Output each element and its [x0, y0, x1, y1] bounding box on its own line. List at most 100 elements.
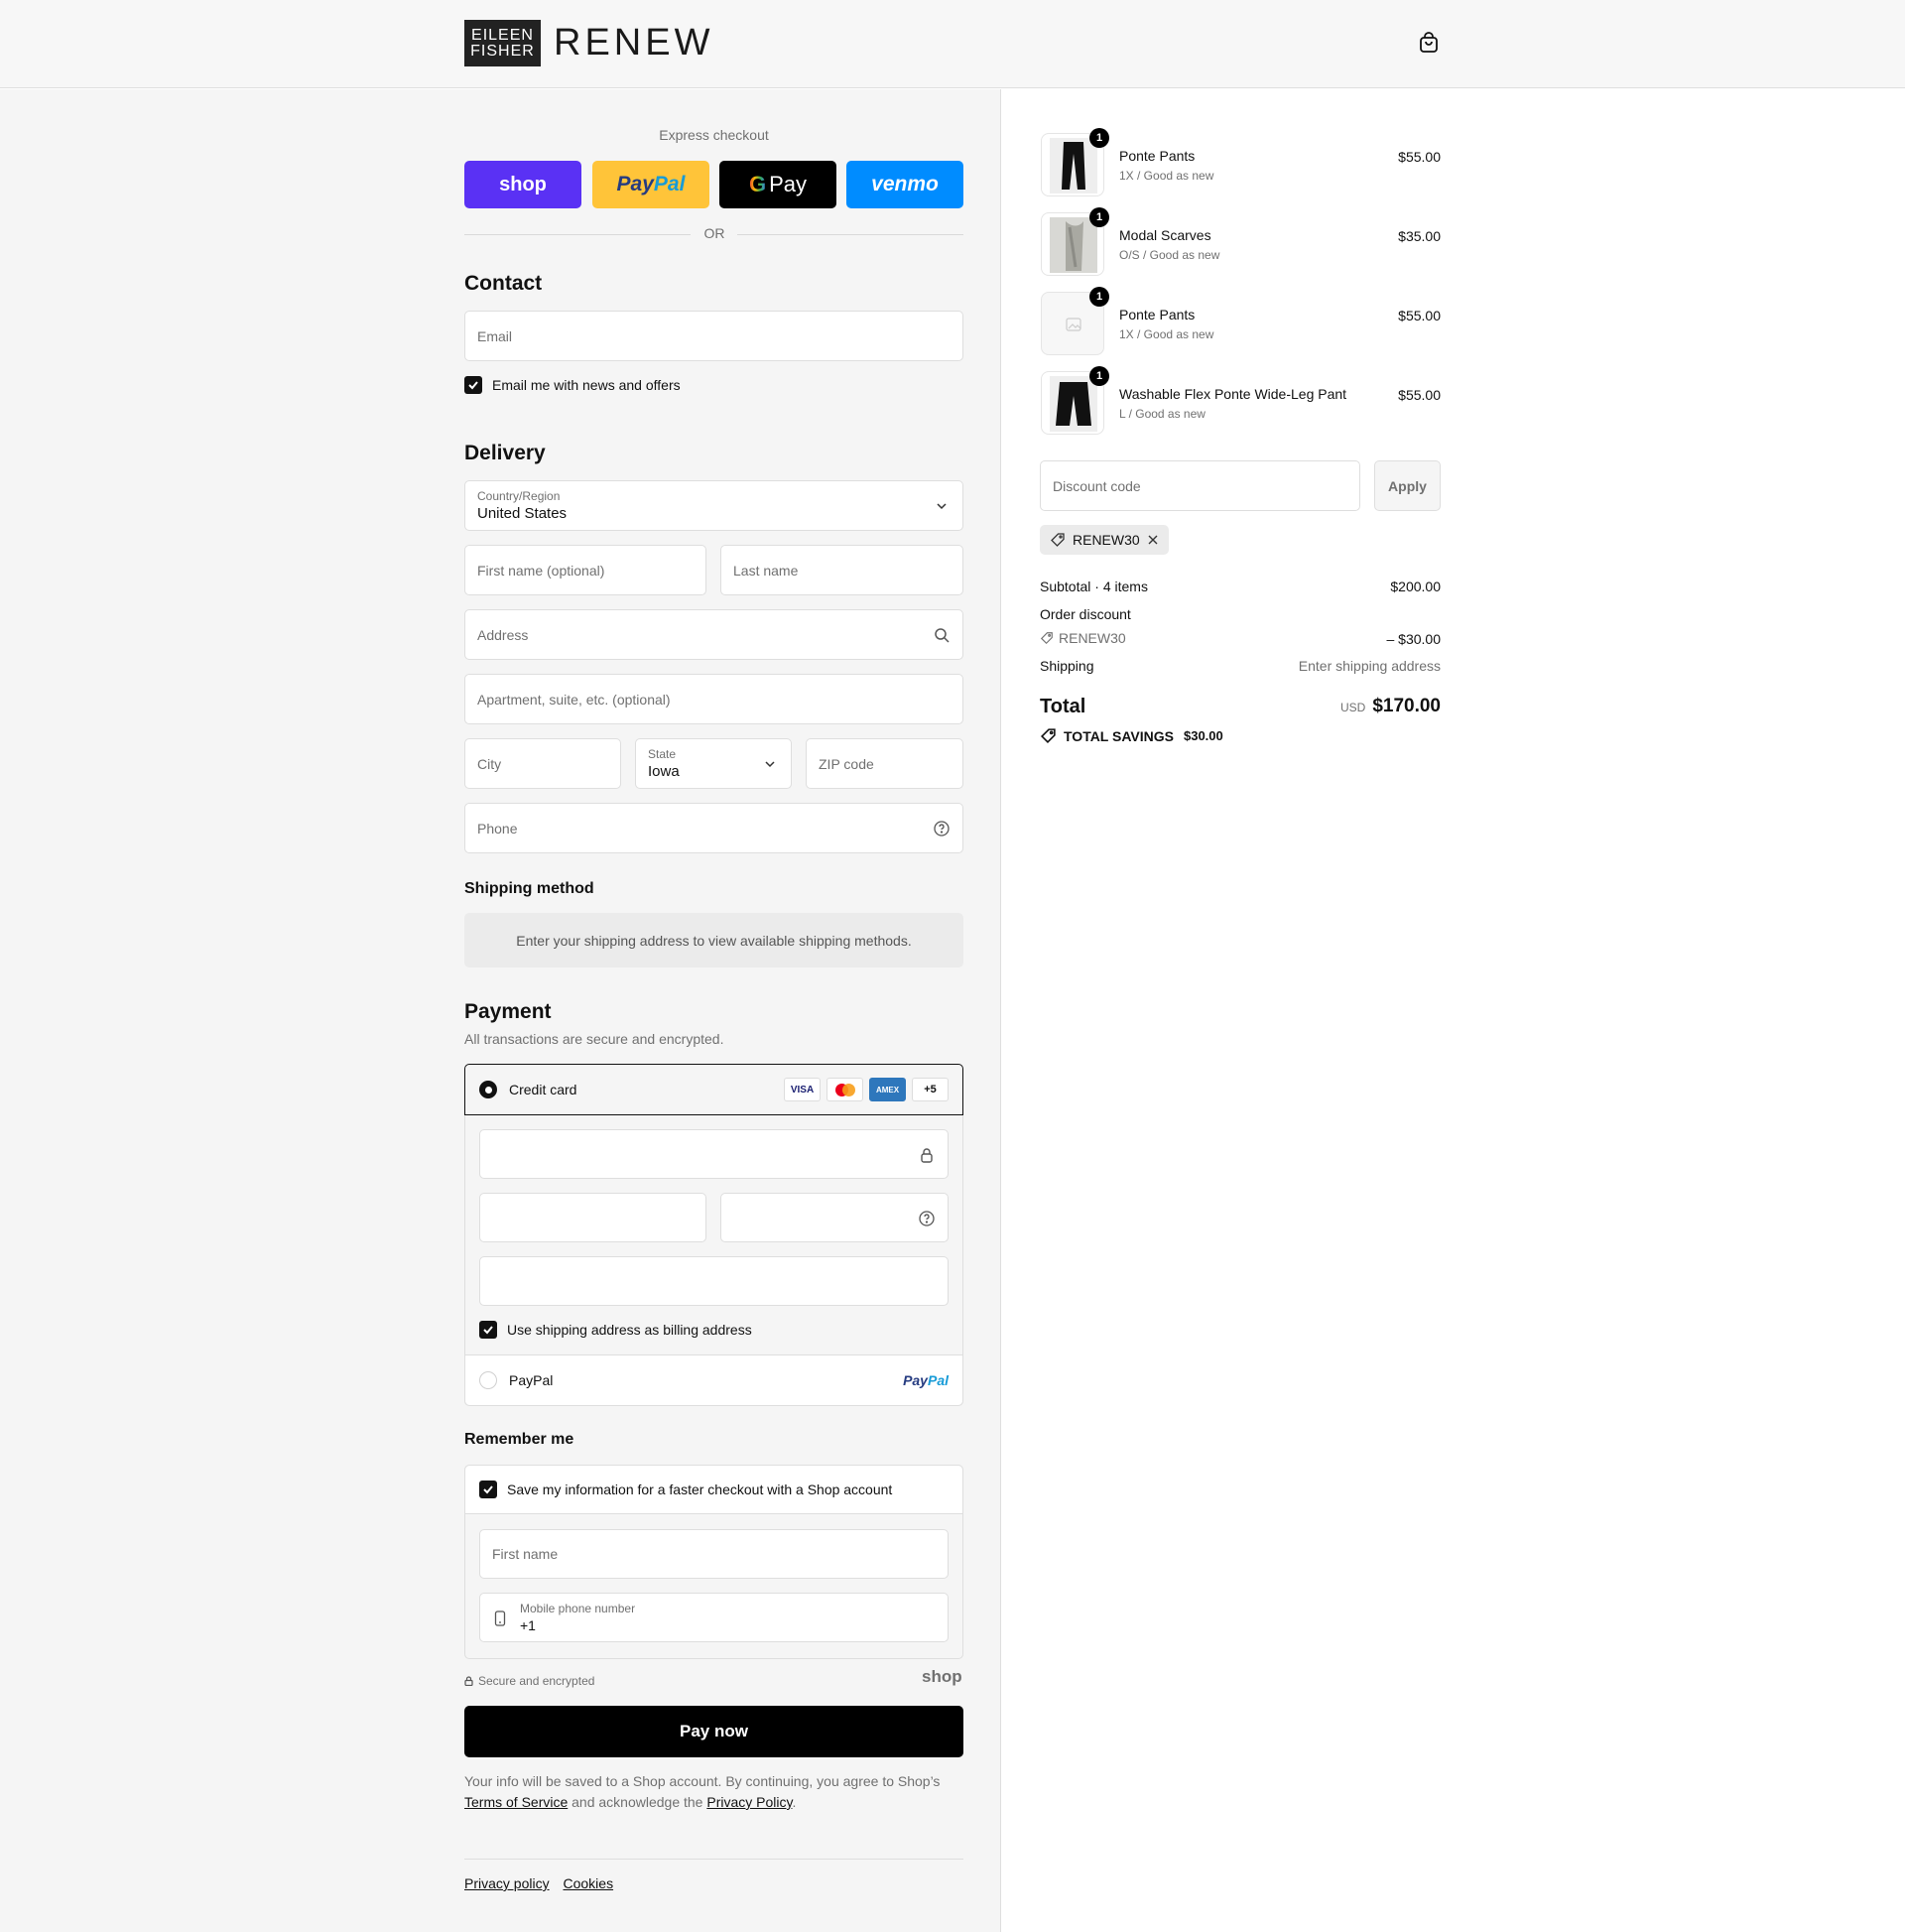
- secure-text: Secure and encrypted: [478, 1674, 595, 1688]
- discount-amount: – $30.00: [1386, 631, 1442, 647]
- name-on-card-field[interactable]: [479, 1256, 949, 1306]
- shop-logo: shop: [922, 1667, 962, 1686]
- payment-subtitle: All transactions are secure and encrypte…: [464, 1031, 724, 1047]
- lock-icon: [464, 1676, 473, 1686]
- country-select[interactable]: Country/Region United States: [464, 480, 963, 531]
- item-variant: 1X / Good as new: [1119, 169, 1214, 183]
- shop-pay-button[interactable]: shop: [464, 161, 581, 208]
- zip-placeholder: ZIP code: [819, 755, 874, 772]
- footer-privacy-link[interactable]: Privacy policy: [464, 1875, 550, 1891]
- credit-card-radio[interactable]: [479, 1081, 497, 1098]
- first-name-field[interactable]: First name (optional): [464, 545, 706, 595]
- discount-code-field[interactable]: Discount code: [1040, 460, 1360, 511]
- email-field[interactable]: Email: [464, 311, 963, 361]
- shop-pay-label: shop: [499, 173, 547, 195]
- help-icon[interactable]: [933, 820, 951, 837]
- zip-field[interactable]: ZIP code: [806, 738, 963, 789]
- phone-placeholder: Phone: [477, 820, 518, 837]
- tag-icon: [1051, 533, 1065, 547]
- phone-field[interactable]: Phone: [464, 803, 963, 853]
- footer: Privacy policy Cookies: [464, 1875, 613, 1891]
- paypal-radio[interactable]: [479, 1371, 497, 1389]
- discount-tag: RENEW30: [1040, 525, 1169, 555]
- card-number-field[interactable]: [479, 1129, 949, 1179]
- state-select[interactable]: State Iowa: [635, 738, 792, 789]
- pay-now-button[interactable]: Pay now: [464, 1706, 963, 1757]
- item-name: Ponte Pants: [1119, 148, 1196, 164]
- city-field[interactable]: City: [464, 738, 621, 789]
- divider-left: [464, 234, 691, 235]
- venmo-button[interactable]: venmo: [846, 161, 963, 208]
- discount-tag-code: RENEW30: [1073, 532, 1140, 548]
- order-summary-panel: [1002, 89, 1905, 1932]
- news-checkbox-row[interactable]: Email me with news and offers: [464, 376, 681, 394]
- security-code-field[interactable]: [720, 1193, 949, 1242]
- order-discount-label: Order discount: [1040, 606, 1131, 622]
- paypal-logo: PayPal: [903, 1372, 949, 1388]
- country-label: Country/Region: [477, 489, 561, 503]
- credit-card-label: Credit card: [509, 1082, 577, 1097]
- billing-label: Use shipping address as billing address: [507, 1322, 752, 1338]
- close-icon[interactable]: [1147, 534, 1159, 546]
- apartment-field[interactable]: Apartment, suite, etc. (optional): [464, 674, 963, 724]
- terms-text: Your info will be saved to a Shop accoun…: [464, 1771, 963, 1813]
- tag-icon: [1040, 632, 1053, 645]
- billing-checkbox[interactable]: [479, 1321, 497, 1339]
- mobile-label: Mobile phone number: [520, 1602, 636, 1615]
- news-checkbox[interactable]: [464, 376, 482, 394]
- save-info-checkbox[interactable]: [479, 1481, 497, 1498]
- paypal-button[interactable]: Pay Pal: [592, 161, 709, 208]
- item-price: $55.00: [1398, 387, 1441, 403]
- shipping-method-title: Shipping method: [464, 880, 594, 897]
- privacy-policy-link[interactable]: Privacy Policy: [706, 1794, 792, 1810]
- brand-logo[interactable]: EILEEN FISHER RENEW: [464, 20, 713, 66]
- paypal-option-label: PayPal: [509, 1372, 554, 1388]
- billing-checkbox-row[interactable]: Use shipping address as billing address: [479, 1321, 752, 1339]
- pay-now-label: Pay now: [680, 1722, 748, 1740]
- chevron-down-icon: [765, 761, 775, 768]
- currency-code: USD: [1339, 701, 1366, 714]
- google-pay-button[interactable]: G Pay: [719, 161, 836, 208]
- contact-title: Contact: [464, 272, 543, 295]
- apartment-placeholder: Apartment, suite, etc. (optional): [477, 691, 671, 708]
- terms-of-service-link[interactable]: Terms of Service: [464, 1794, 568, 1810]
- paypal-option[interactable]: PayPal PayPal: [465, 1354, 962, 1405]
- mobile-phone-icon: [494, 1610, 506, 1626]
- credit-card-option[interactable]: Credit card VISA AMEX +5: [464, 1064, 963, 1115]
- save-info-row[interactable]: Save my information for a faster checkou…: [465, 1466, 962, 1514]
- discount-code-row: RENEW30: [1040, 630, 1126, 646]
- city-placeholder: City: [477, 755, 502, 772]
- check-icon: [468, 381, 478, 390]
- mastercard-circles-icon: [834, 1083, 855, 1096]
- discount-placeholder: Discount code: [1053, 477, 1141, 494]
- news-label: Email me with news and offers: [492, 377, 681, 393]
- save-info-label: Save my information for a faster checkou…: [507, 1481, 893, 1497]
- address-field[interactable]: Address: [464, 609, 963, 660]
- footer-divider: [464, 1859, 963, 1860]
- apply-button[interactable]: Apply: [1374, 460, 1441, 511]
- item-name: Washable Flex Ponte Wide-Leg Pant: [1119, 386, 1347, 402]
- express-checkout-title: Express checkout: [659, 127, 769, 143]
- address-placeholder: Address: [477, 626, 529, 643]
- visa-icon: VISA: [784, 1078, 821, 1101]
- last-name-field[interactable]: Last name: [720, 545, 963, 595]
- footer-cookies-link[interactable]: Cookies: [563, 1875, 613, 1891]
- terms-text-3: .: [792, 1794, 797, 1810]
- paypal-label-2: Pal: [653, 173, 686, 195]
- shop-first-name-field[interactable]: First name: [479, 1529, 949, 1579]
- shopping-bag-icon[interactable]: [1419, 32, 1439, 54]
- total-savings-row: TOTAL SAVINGS $30.00: [1040, 727, 1223, 744]
- total-value: $170.00: [1372, 696, 1441, 716]
- check-icon: [483, 1485, 493, 1494]
- tag-icon: [1040, 728, 1056, 744]
- quantity-badge: 1: [1089, 366, 1109, 386]
- amex-label: AMEX: [875, 1085, 900, 1095]
- mobile-phone-field[interactable]: Mobile phone number +1: [479, 1593, 949, 1642]
- help-icon[interactable]: [918, 1210, 936, 1227]
- logo-line1: EILEEN: [471, 26, 534, 44]
- item-price: $35.00: [1398, 228, 1441, 244]
- expiration-field[interactable]: [479, 1193, 706, 1242]
- secure-note: Secure and encrypted: [464, 1674, 594, 1688]
- item-price: $55.00: [1398, 149, 1441, 165]
- more-cards-badge: +5: [912, 1078, 949, 1101]
